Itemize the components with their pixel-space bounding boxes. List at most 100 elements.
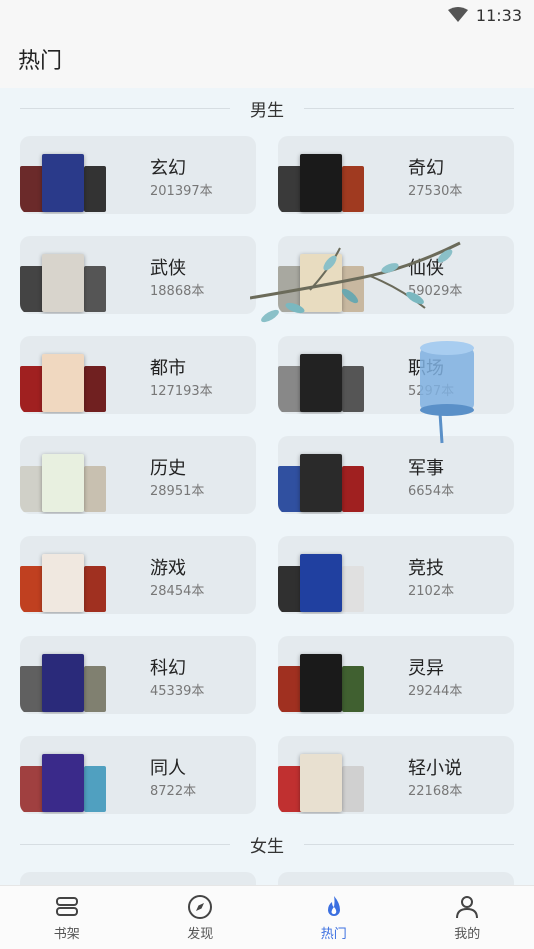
book-cover [84, 266, 106, 312]
book-cover [300, 554, 342, 612]
nav-profile[interactable]: 我的 [401, 886, 534, 949]
category-count: 18868本 [150, 284, 205, 299]
book-cover [342, 266, 364, 312]
divider [304, 107, 514, 109]
nav-label: 书架 [53, 927, 80, 942]
compass-icon [188, 895, 213, 919]
nav-bookshelf[interactable]: 书架 [0, 886, 134, 949]
category-count: 28951本 [150, 484, 205, 499]
category-card[interactable]: 军事 6654本 [278, 436, 514, 514]
book-cover [42, 554, 84, 612]
category-count: 59029本 [408, 284, 463, 299]
category-name: 奇幻 [408, 158, 444, 179]
category-count: 45339本 [150, 684, 205, 699]
book-cover [342, 366, 364, 412]
category-count: 29244本 [408, 684, 463, 699]
category-card[interactable]: 游戏 28454本 [20, 536, 256, 614]
category-name: 玄幻 [150, 158, 186, 179]
book-cover [42, 154, 84, 212]
book-cover [42, 254, 84, 312]
book-cover-stack [278, 454, 368, 514]
nav-hot[interactable]: 热门 [267, 886, 401, 949]
category-name: 历史 [150, 458, 186, 479]
category-card[interactable]: 历史 28951本 [20, 436, 256, 514]
book-cover-stack [278, 754, 368, 814]
category-card[interactable] [278, 872, 514, 885]
book-cover [300, 754, 342, 812]
book-cover [342, 466, 364, 512]
category-count: 2102本 [408, 584, 455, 599]
book-cover-stack [278, 554, 368, 614]
book-cover [84, 166, 106, 212]
divider [20, 107, 230, 109]
category-count: 8722本 [150, 784, 197, 799]
book-cover [42, 754, 84, 812]
category-card[interactable]: 职场 5297本 [278, 336, 514, 414]
status-time: 11:33 [475, 5, 522, 25]
category-name: 都市 [150, 358, 186, 379]
section-title: 男生 [250, 100, 284, 121]
book-cover-stack [20, 354, 110, 414]
category-name: 武侠 [150, 258, 186, 279]
category-card[interactable]: 同人 8722本 [20, 736, 256, 814]
book-cover-stack [20, 454, 110, 514]
category-name: 同人 [150, 758, 186, 779]
category-name: 职场 [408, 358, 444, 379]
divider [20, 843, 230, 845]
book-cover [84, 566, 106, 612]
category-name: 轻小说 [408, 758, 462, 779]
category-count: 5297本 [408, 384, 455, 399]
page-title: 热门 [18, 49, 63, 74]
book-cover [42, 454, 84, 512]
book-cover [342, 766, 364, 812]
book-cover [300, 354, 342, 412]
book-cover [84, 666, 106, 712]
category-name: 仙侠 [408, 258, 444, 279]
book-cover [342, 166, 364, 212]
category-card[interactable]: 武侠 18868本 [20, 236, 256, 314]
wifi-icon [447, 7, 468, 22]
category-count: 127193本 [150, 384, 213, 399]
bookshelf-icon [55, 897, 78, 916]
category-count: 28454本 [150, 584, 205, 599]
nav-label: 热门 [320, 927, 347, 942]
book-cover-stack [20, 654, 110, 714]
category-count: 22168本 [408, 784, 463, 799]
category-count: 6654本 [408, 484, 455, 499]
category-name: 科幻 [150, 658, 186, 679]
category-card[interactable]: 都市 127193本 [20, 336, 256, 414]
book-cover-stack [20, 754, 110, 814]
flame-icon [327, 896, 340, 916]
category-card[interactable] [20, 872, 256, 885]
nav-discover[interactable]: 发现 [134, 886, 268, 949]
category-card[interactable]: 玄幻 201397本 [20, 136, 256, 214]
bottom-nav: 书架 发现 热门 我的 [0, 885, 534, 949]
book-cover [42, 354, 84, 412]
app-header: 热门 [0, 30, 534, 88]
category-list[interactable]: 男生 玄幻 201397本 奇幻 27530本武侠 18868本 仙侠 59029本都市 12… [0, 88, 534, 885]
category-card[interactable]: 奇幻 27530本 [278, 136, 514, 214]
category-name: 竞技 [408, 558, 444, 579]
book-cover [342, 666, 364, 712]
book-cover [84, 366, 106, 412]
book-cover [300, 154, 342, 212]
book-cover-stack [20, 154, 110, 214]
book-cover-stack [278, 254, 368, 314]
status-bar: 11:33 [0, 0, 534, 30]
book-cover [84, 766, 106, 812]
category-count: 27530本 [408, 184, 463, 199]
book-cover [342, 566, 364, 612]
category-card[interactable]: 竞技 2102本 [278, 536, 514, 614]
category-card[interactable]: 科幻 45339本 [20, 636, 256, 714]
nav-label: 发现 [187, 927, 214, 942]
category-name: 游戏 [150, 558, 186, 579]
book-cover-stack [278, 354, 368, 414]
category-card[interactable]: 仙侠 59029本 [278, 236, 514, 314]
book-cover [84, 466, 106, 512]
category-card[interactable]: 轻小说 22168本 [278, 736, 514, 814]
book-cover [300, 654, 342, 712]
nav-label: 我的 [454, 927, 481, 942]
book-cover-stack [278, 154, 368, 214]
section-header-female: 女生 [20, 826, 514, 862]
category-card[interactable]: 灵异 29244本 [278, 636, 514, 714]
